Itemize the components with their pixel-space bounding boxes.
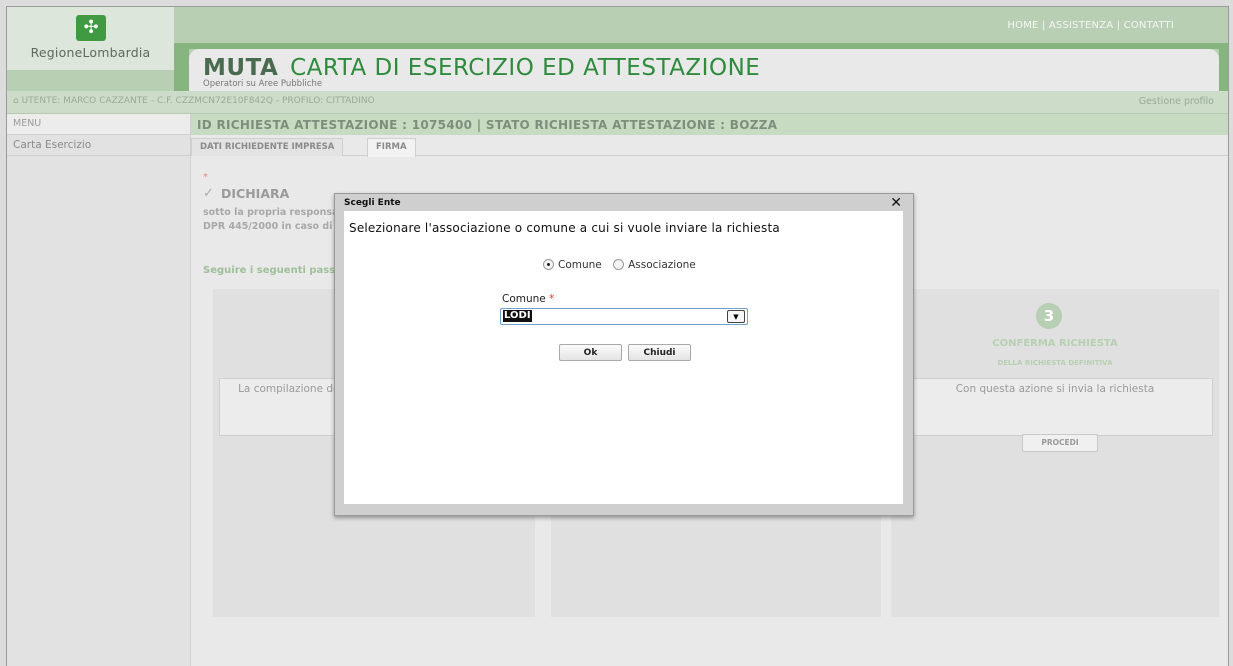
page-title: MUTA CARTA DI ESERCIZIO ED ATTESTAZIONE [203,55,760,81]
step3-title: CONFERMA RICHIESTA [992,338,1118,349]
logo[interactable]: ✣ RegioneLombardia [7,7,174,70]
comune-select[interactable]: LODI ▼ [500,308,748,325]
header-accent-left [174,49,189,91]
status-bar: ID RICHIESTA ATTESTAZIONE : 1075400 | ST… [191,114,1228,135]
page-title-card: MUTA CARTA DI ESERCIZIO ED ATTESTAZIONE … [189,49,1219,91]
tab-dati-richiedente[interactable]: DATI RICHIEDENTE IMPRESA [191,138,344,156]
step-panel-3: 3 CONFERMA RICHIESTA DELLA RICHIESTA DEF… [891,289,1219,617]
sidebar-header: MENU [7,114,190,135]
radio-comune[interactable] [543,259,554,270]
page-subtitle: Operatori su Aree Pubbliche [203,79,323,89]
contatti-link[interactable]: CONTATTI [1124,20,1174,31]
procedi-button[interactable]: PROCEDI [1022,434,1098,452]
gestione-profilo-link[interactable]: Gestione profilo [1139,96,1214,107]
required-marker: * [203,172,208,183]
logo-text: RegioneLombardia [30,45,151,60]
radio-comune-label[interactable]: Comune [558,259,602,271]
comune-field-label: Comune * [502,293,554,305]
user-bar: ⌂ UTENTE: MARCO CAZZANTE - C.F. CZZMCN72… [7,91,1228,114]
home-link[interactable]: HOME [1007,20,1038,31]
page-title-rest: CARTA DI ESERCIZIO ED ATTESTAZIONE [290,55,761,81]
ente-type-radio-group: Comune Associazione [543,259,704,271]
step3-number-badge: 3 [1036,303,1062,329]
header-accent-right [1219,49,1228,91]
scegli-ente-dialog: Scegli Ente ✕ Selezionare l'associazione… [334,193,914,516]
ok-button[interactable]: Ok [559,344,622,361]
tab-bar: DATI RICHIEDENTE IMPRESA FIRMA [191,135,1228,157]
regione-lombardia-logo-icon: ✣ [76,15,106,41]
close-icon[interactable]: ✕ [890,195,902,211]
comune-selected-value[interactable]: LODI [503,310,532,322]
assistenza-link[interactable]: ASSISTENZA [1049,20,1113,31]
step3-subtitle: DELLA RICHIESTA DEFINITIVA [997,359,1113,367]
tab-firma[interactable]: FIRMA [367,138,416,157]
page-title-bold: MUTA [203,55,279,81]
sidebar-item-carta-esercizio[interactable]: Carta Esercizio [7,135,190,156]
user-info: ⌂ UTENTE: MARCO CAZZANTE - C.F. CZZMCN72… [13,96,375,106]
home-icon: ⌂ [13,96,19,106]
dichiara-label: DICHIARA [221,186,290,201]
radio-associazione[interactable] [613,259,625,270]
top-links: HOME | ASSISTENZA | CONTATTI [1007,20,1174,31]
chiudi-button[interactable]: Chiudi [628,344,691,361]
step3-description: Con questa azione si invia la richiesta [897,378,1213,436]
dialog-heading: Selezionare l'associazione o comune a cu… [349,221,780,235]
dialog-body: Selezionare l'associazione o comune a cu… [344,211,903,504]
comune-required-marker: * [549,293,555,305]
dialog-title: Scegli Ente [344,198,401,208]
sidebar: MENU Carta Esercizio [7,114,191,666]
dichiara-checkbox[interactable]: ✓ [203,186,214,201]
user-info-text: UTENTE: MARCO CAZZANTE - C.F. CZZMCN72E1… [21,96,375,106]
comune-label-text: Comune [502,293,546,305]
status-text: ID RICHIESTA ATTESTAZIONE : 1075400 | ST… [197,118,778,132]
chevron-down-icon[interactable]: ▼ [727,310,745,323]
radio-associazione-label[interactable]: Associazione [628,259,696,271]
